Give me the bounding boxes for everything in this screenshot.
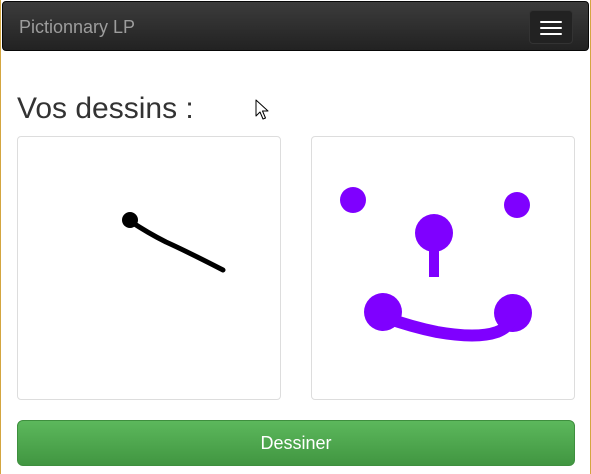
app-window: Pictionnary LP Vos dessins : Dessiner [0, 0, 591, 474]
drawing-thumbnail-2[interactable] [311, 136, 575, 400]
drawing-2-mouth [378, 309, 520, 342]
drawing-2-canvas [340, 187, 532, 342]
hamburger-menu-icon [540, 21, 562, 23]
drawing-2-right-eye [504, 192, 530, 218]
hamburger-menu-icon [540, 33, 562, 35]
drawing-2-left-eye [340, 187, 366, 213]
hamburger-menu-icon [540, 27, 562, 29]
draw-button[interactable]: Dessiner [17, 420, 575, 466]
drawing-1-line [127, 218, 226, 273]
page-title: Vos dessins : [17, 92, 194, 125]
navbar-brand[interactable]: Pictionnary LP [19, 17, 135, 37]
mouse-pointer-icon [255, 99, 269, 120]
navbar-toggle-button[interactable] [529, 10, 573, 44]
drawing-2-nose-stem [429, 241, 439, 277]
navbar: Pictionnary LP [2, 1, 589, 51]
drawing-1-canvas [122, 212, 226, 273]
drawing-thumbnail-1[interactable] [17, 136, 281, 400]
